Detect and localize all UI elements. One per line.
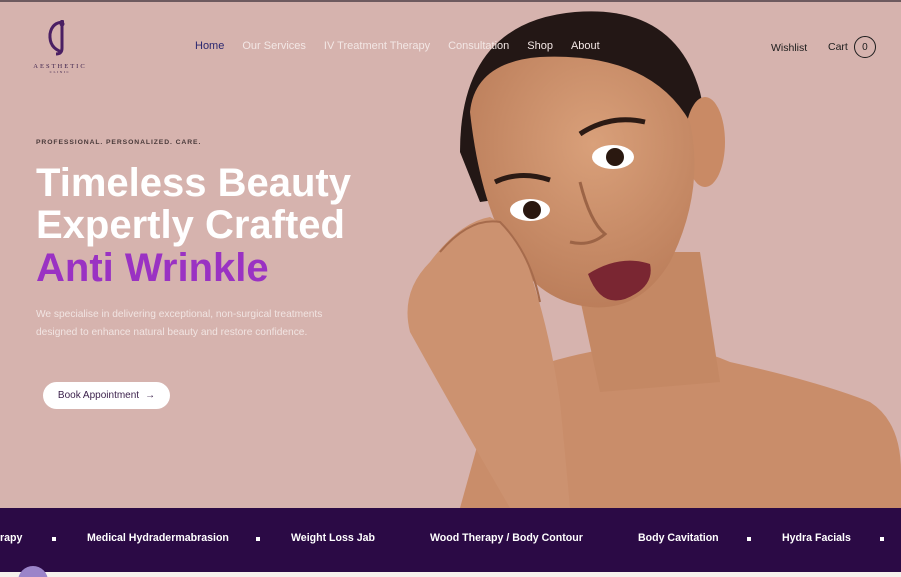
hero-portrait-image	[407, 11, 901, 508]
logo-text: AESTHETIC	[33, 63, 87, 70]
cart-count-badge: 0	[853, 36, 876, 58]
main-nav: Home Our Services IV Treatment Therapy C…	[195, 40, 600, 52]
ticker-separator	[52, 537, 56, 541]
brand-logo[interactable]: AESTHETIC CLINIC	[30, 18, 90, 74]
ticker-separator	[747, 537, 751, 541]
nav-iv-treatment-therapy[interactable]: IV Treatment Therapy	[324, 40, 430, 52]
ticker-item[interactable]: Body Cavitation	[638, 532, 719, 544]
cart-button[interactable]: Cart 0	[828, 36, 876, 58]
wishlist-link[interactable]: Wishlist	[771, 42, 807, 54]
ticker-item[interactable]: Wood Therapy / Body Contour	[430, 532, 583, 544]
ticker-separator	[880, 537, 884, 541]
nav-about[interactable]: About	[571, 40, 600, 52]
nav-our-services[interactable]: Our Services	[242, 40, 306, 52]
hero-title-line-2: Expertly Crafted	[36, 203, 345, 247]
logo-subtitle: CLINIC	[49, 70, 71, 74]
hero-title-highlight: Anti Wrinkle	[36, 246, 269, 290]
bottom-strip	[0, 572, 901, 577]
cart-label: Cart	[828, 41, 848, 53]
services-ticker: rapy Medical Hydradermabrasion Weight Lo…	[0, 508, 901, 572]
arrow-right-icon: →	[145, 390, 156, 401]
ticker-item[interactable]: Medical Hydradermabrasion	[87, 532, 229, 544]
hero-title-line-1: Timeless Beauty	[36, 161, 351, 205]
ticker-item[interactable]: Weight Loss Jab	[291, 532, 375, 544]
ticker-separator	[256, 537, 260, 541]
ticker-item[interactable]: Hydra Facials	[782, 532, 851, 544]
ticker-item[interactable]: rapy	[0, 532, 22, 544]
nav-shop[interactable]: Shop	[527, 40, 553, 52]
hero-description: We specialise in delivering exceptional,…	[36, 309, 323, 338]
hero-section: AESTHETIC CLINIC Home Our Services IV Tr…	[0, 2, 901, 508]
nav-consultation[interactable]: Consultation	[448, 40, 509, 52]
logo-monogram-icon	[48, 20, 65, 56]
nav-home[interactable]: Home	[195, 40, 224, 52]
hero-eyebrow: PROFESSIONAL. PERSONALIZED. CARE.	[36, 139, 202, 146]
book-appointment-button[interactable]: Book Appointment →	[43, 382, 170, 409]
book-appointment-label: Book Appointment	[57, 390, 140, 401]
